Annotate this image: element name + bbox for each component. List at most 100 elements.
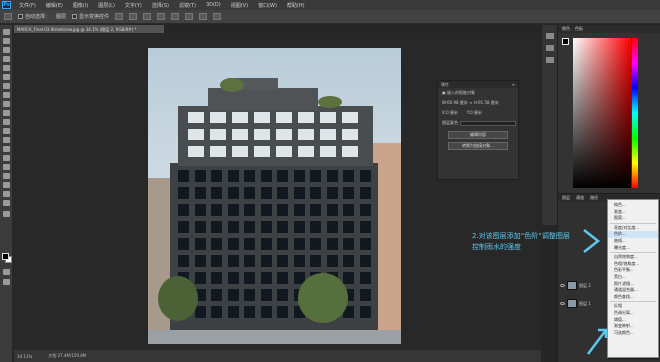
align-bottom-icon[interactable] xyxy=(143,13,152,20)
menu-filter[interactable]: 滤镜(T) xyxy=(174,2,201,9)
screen-mode-icon[interactable] xyxy=(3,279,10,285)
layer-row[interactable]: 图层 1 xyxy=(558,297,613,310)
tab-color[interactable]: 颜色 xyxy=(562,26,570,32)
history-panel-icon[interactable] xyxy=(546,33,554,39)
facade-window xyxy=(211,221,222,233)
character-panel-icon[interactable] xyxy=(546,57,554,63)
edit-contents-button[interactable]: 编辑内容 xyxy=(448,131,508,139)
menu-item-posterize[interactable]: 色调分离... xyxy=(608,310,658,317)
menu-item-curves[interactable]: 曲线... xyxy=(608,238,658,245)
auto-select-checkbox[interactable] xyxy=(18,14,23,19)
eye-icon[interactable] xyxy=(560,284,565,287)
y-value[interactable]: 0 厘米 xyxy=(470,110,482,115)
blur-icon[interactable] xyxy=(3,137,10,143)
eraser-icon[interactable] xyxy=(3,119,10,125)
quick-mask-icon[interactable] xyxy=(3,269,10,275)
menu-item-vibrance[interactable]: 自然饱和度... xyxy=(608,254,658,261)
align-left-icon[interactable] xyxy=(157,13,166,20)
show-transform-option[interactable]: 显示变换控件 xyxy=(72,13,109,20)
facade-window xyxy=(359,289,371,301)
x-value[interactable]: 0 厘米 xyxy=(446,110,458,115)
zoom-icon[interactable] xyxy=(3,200,10,206)
align-middle-icon[interactable] xyxy=(129,13,138,20)
menu-file[interactable]: 文件(F) xyxy=(14,2,41,9)
layer-select-dropdown[interactable]: 图层 xyxy=(56,13,66,20)
document-tab[interactable]: MARCH_Final-03-Streetview.jpg @ 34.1% (图… xyxy=(14,25,164,33)
w-value[interactable]: 60.98 厘米 xyxy=(447,100,468,105)
align-right-icon[interactable] xyxy=(185,13,194,20)
gradient-icon[interactable] xyxy=(3,128,10,134)
facade-window xyxy=(211,306,222,318)
document-canvas[interactable] xyxy=(148,48,401,344)
menu-item-black-white[interactable]: 黑白... xyxy=(608,274,658,281)
eyedropper-icon[interactable] xyxy=(3,74,10,80)
zoom-level[interactable]: 34.11% xyxy=(17,354,32,359)
show-transform-checkbox[interactable] xyxy=(72,14,78,19)
hue-slider[interactable] xyxy=(632,38,638,188)
facade-window xyxy=(359,238,371,250)
menu-view[interactable]: 视图(V) xyxy=(226,2,253,9)
menu-edit[interactable]: 编辑(E) xyxy=(41,2,68,9)
foreground-color-swatch[interactable] xyxy=(2,253,9,260)
layer-name[interactable]: 图层 2 xyxy=(579,283,591,289)
move-tool-icon[interactable] xyxy=(4,13,12,20)
facade-window xyxy=(232,146,248,157)
auto-select-option[interactable]: 自动选择： xyxy=(18,13,50,20)
tab-layers[interactable]: 图层 xyxy=(562,195,570,201)
brush-icon[interactable] xyxy=(3,92,10,98)
pen-icon[interactable] xyxy=(3,155,10,161)
menu-help[interactable]: 帮助(H) xyxy=(282,2,310,9)
menu-type[interactable]: 文字(Y) xyxy=(120,2,147,9)
menu-select[interactable]: 选择(S) xyxy=(147,2,174,9)
hand-icon[interactable] xyxy=(3,191,10,197)
dodge-icon[interactable] xyxy=(3,146,10,152)
tab-channels[interactable]: 通道 xyxy=(576,195,584,201)
shape-icon[interactable] xyxy=(3,182,10,188)
3d-mode-icon[interactable] xyxy=(213,13,222,20)
menu-item-levels[interactable]: 色阶... xyxy=(608,231,658,238)
lasso-icon[interactable] xyxy=(3,47,10,53)
convert-linked-button[interactable]: 转换为链接对象... xyxy=(448,142,508,150)
menu-item-solid-color[interactable]: 纯色... xyxy=(608,202,658,209)
menu-item-selective-color[interactable]: 可选颜色... xyxy=(608,330,658,337)
more-tools-icon[interactable] xyxy=(3,211,10,217)
history-brush-icon[interactable] xyxy=(3,110,10,116)
link-icon[interactable]: ∞ xyxy=(469,100,472,105)
menu-window[interactable]: 窗口(W) xyxy=(253,2,282,9)
healing-icon[interactable] xyxy=(3,83,10,89)
tab-swatches[interactable]: 色板 xyxy=(575,26,583,32)
roof-garden-2 xyxy=(318,96,342,108)
distribute-icon[interactable] xyxy=(199,13,208,20)
marquee-icon[interactable] xyxy=(3,38,10,44)
menu-image[interactable]: 图像(I) xyxy=(68,2,93,9)
menu-3d[interactable]: 3D(D) xyxy=(201,2,226,8)
path-select-icon[interactable] xyxy=(3,173,10,179)
menu-layer[interactable]: 图层(L) xyxy=(93,2,120,9)
stamp-icon[interactable] xyxy=(3,101,10,107)
color-picker-field[interactable] xyxy=(573,38,631,188)
align-center-icon[interactable] xyxy=(171,13,180,20)
eye-icon[interactable] xyxy=(560,302,565,305)
color-panel-foreground-swatch[interactable] xyxy=(562,38,569,45)
menu-item-gradient-map[interactable]: 渐变映射... xyxy=(608,323,658,330)
panel-menu-icon[interactable]: ≡ xyxy=(512,82,515,87)
align-top-icon[interactable] xyxy=(115,13,124,20)
menu-item-channel-mixer[interactable]: 通道混合器... xyxy=(608,287,658,294)
menu-item-invert[interactable]: 反相 xyxy=(608,303,658,310)
menu-item-pattern[interactable]: 图案... xyxy=(608,215,658,222)
tab-paths[interactable]: 路径 xyxy=(590,195,598,201)
properties-tab[interactable]: 属性 xyxy=(441,82,449,87)
layer-comp-select[interactable] xyxy=(460,120,516,126)
move-icon[interactable] xyxy=(3,29,10,35)
type-icon[interactable] xyxy=(3,164,10,170)
layer-row[interactable]: 图层 2 xyxy=(558,279,613,292)
properties-panel-icon[interactable] xyxy=(546,45,554,51)
crop-icon[interactable] xyxy=(3,65,10,71)
quick-select-icon[interactable] xyxy=(3,56,10,62)
h-value[interactable]: 91.58 厘米 xyxy=(478,100,499,105)
layer-name[interactable]: 图层 1 xyxy=(579,301,591,307)
menu-item-color-balance[interactable]: 色彩平衡... xyxy=(608,267,658,274)
facade-window xyxy=(211,238,222,250)
menu-item-exposure[interactable]: 曝光度... xyxy=(608,245,658,252)
menu-item-color-lookup[interactable]: 颜色查找... xyxy=(608,294,658,301)
